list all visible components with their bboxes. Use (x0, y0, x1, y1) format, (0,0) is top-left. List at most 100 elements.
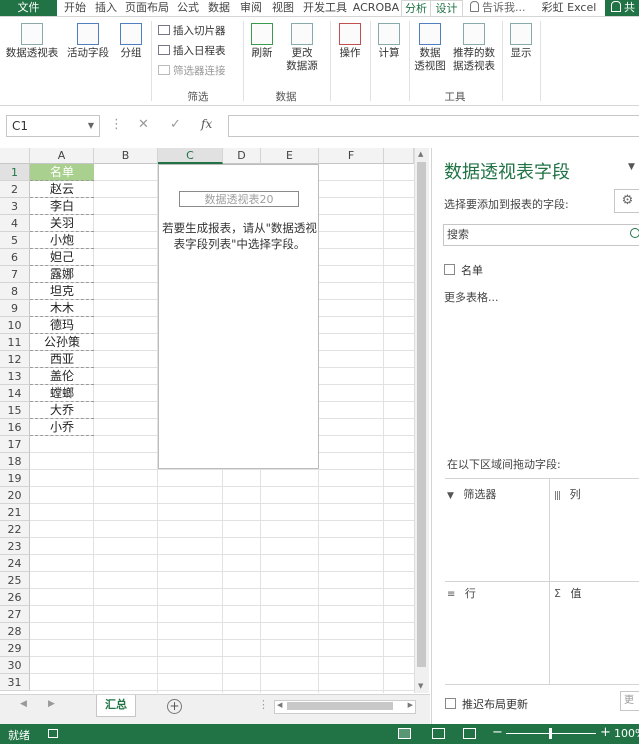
row-header[interactable]: 17 (0, 436, 30, 453)
name-cell[interactable]: 大乔 (30, 402, 94, 419)
rows-area[interactable]: ≡ 行 (447, 585, 547, 680)
tab-insert[interactable]: 插入 (92, 0, 120, 16)
zoom-out-icon[interactable]: − (492, 725, 503, 740)
insert-slicer-button[interactable]: 插入切片器 (158, 24, 226, 38)
row-header[interactable]: 7 (0, 266, 30, 283)
columns-area[interactable]: ||| 列 (554, 486, 638, 576)
row-header[interactable]: 29 (0, 640, 30, 657)
worksheet-grid[interactable]: A B C D E F 1 2 3 4 5 6 7 8 9 10 11 12 13 14 15 16 17 18 1… (0, 148, 430, 693)
row-header[interactable]: 4 (0, 215, 30, 232)
refresh-button[interactable]: 刷新 (248, 23, 276, 60)
name-cell[interactable]: 德玛 (30, 317, 94, 334)
tell-me-box[interactable]: 告诉我... (470, 0, 534, 16)
scroll-right-icon[interactable]: ▶ (408, 701, 413, 709)
column-a-header-cell[interactable]: 名单 (30, 164, 94, 181)
row-header[interactable]: 18 (0, 453, 30, 470)
active-field-button[interactable]: 活动字段 (64, 23, 112, 60)
row-header[interactable]: 24 (0, 555, 30, 572)
prev-sheet-icon[interactable]: ◀ (20, 699, 27, 709)
zoom-in-icon[interactable]: + (600, 725, 611, 740)
name-cell[interactable]: 小乔 (30, 419, 94, 436)
row-header[interactable]: 31 (0, 674, 30, 691)
name-cell[interactable]: 木木 (30, 300, 94, 317)
share-button[interactable]: 共 (605, 0, 639, 16)
scroll-down-icon[interactable]: ▼ (418, 682, 423, 690)
column-header-c[interactable]: C (158, 148, 223, 164)
name-cell[interactable]: 关羽 (30, 215, 94, 232)
name-cell[interactable]: 小炮 (30, 232, 94, 249)
name-cell[interactable]: 妲己 (30, 249, 94, 266)
name-box[interactable]: C1 ▼ (6, 115, 100, 137)
row-header[interactable]: 23 (0, 538, 30, 555)
add-sheet-icon[interactable]: + (167, 699, 182, 714)
row-header[interactable]: 30 (0, 657, 30, 674)
column-header-f[interactable]: F (319, 148, 384, 164)
row-header[interactable]: 25 (0, 572, 30, 589)
scroll-thumb[interactable] (287, 702, 393, 710)
row-header[interactable]: 5 (0, 232, 30, 249)
scroll-thumb[interactable] (417, 162, 426, 667)
name-cell[interactable]: 露娜 (30, 266, 94, 283)
zoom-slider[interactable] (506, 728, 596, 739)
calculations-button[interactable]: 计算 (373, 23, 405, 60)
row-header[interactable]: 13 (0, 368, 30, 385)
macro-record-icon[interactable] (48, 729, 58, 738)
group-button[interactable]: 分组 (116, 23, 146, 60)
normal-view-icon[interactable] (398, 728, 411, 739)
filters-area[interactable]: ▼ 筛选器 (447, 486, 547, 576)
page-layout-view-icon[interactable] (432, 728, 445, 739)
pane-options-chevron-icon[interactable]: ▼ (628, 162, 635, 172)
pivot-chart-button[interactable]: 数据 透视图 (412, 23, 448, 73)
pivot-table-button[interactable]: 数据透视表 (4, 23, 60, 60)
row-header[interactable]: 8 (0, 283, 30, 300)
row-header[interactable]: 28 (0, 623, 30, 640)
name-cell[interactable]: 公孙策 (30, 334, 94, 351)
formula-input[interactable] (228, 115, 639, 137)
tab-home[interactable]: 开始 (60, 0, 90, 16)
change-source-button[interactable]: 更改 数据源 (280, 23, 324, 73)
row-header[interactable]: 11 (0, 334, 30, 351)
name-cell[interactable]: 西亚 (30, 351, 94, 368)
tab-developer[interactable]: 开发工具 (300, 0, 350, 16)
insert-timeline-button[interactable]: 插入日程表 (158, 44, 226, 58)
scroll-left-icon[interactable]: ◀ (277, 701, 282, 709)
column-header-g[interactable] (384, 148, 414, 164)
values-area[interactable]: Σ 值 (554, 585, 638, 680)
defer-update-checkbox[interactable] (445, 698, 456, 709)
vertical-scrollbar[interactable]: ▲ ▼ (414, 148, 429, 693)
name-cell[interactable]: 盖伦 (30, 368, 94, 385)
zoom-slider-thumb[interactable] (549, 728, 552, 739)
name-cell[interactable]: 坦克 (30, 283, 94, 300)
zoom-level[interactable]: 100% (614, 727, 639, 740)
tab-acrobat[interactable]: ACROBA (352, 0, 400, 16)
row-header[interactable]: 22 (0, 521, 30, 538)
tab-analyze[interactable]: 分析 (401, 0, 431, 16)
select-all-corner[interactable] (0, 148, 30, 164)
row-header[interactable]: 14 (0, 385, 30, 402)
actions-button[interactable]: 操作 (334, 23, 366, 60)
cancel-icon[interactable]: ✕ (138, 117, 149, 132)
column-header-d[interactable]: D (223, 148, 261, 164)
row-header[interactable]: 26 (0, 589, 30, 606)
tab-data[interactable]: 数据 (204, 0, 234, 16)
row-header[interactable]: 16 (0, 419, 30, 436)
tab-file[interactable]: 文件 (0, 0, 57, 16)
field-search-input[interactable]: 搜索 (443, 224, 639, 246)
update-button[interactable]: 更 (620, 691, 639, 711)
row-header[interactable]: 21 (0, 504, 30, 521)
sheet-tab-summary[interactable]: 汇总 (96, 695, 136, 717)
function-icon[interactable]: fx (201, 117, 212, 131)
tab-design[interactable]: 设计 (431, 0, 463, 16)
name-cell[interactable]: 李白 (30, 198, 94, 215)
row-header[interactable]: 3 (0, 198, 30, 215)
check-icon[interactable]: ✓ (170, 117, 181, 132)
next-sheet-icon[interactable]: ▶ (48, 699, 55, 709)
tab-page-layout[interactable]: 页面布局 (122, 0, 172, 16)
row-header[interactable]: 15 (0, 402, 30, 419)
horizontal-scrollbar[interactable]: ◀ ▶ (274, 700, 416, 714)
row-header[interactable]: 1 (0, 164, 30, 181)
recommended-pivot-button[interactable]: 推荐的数 据透视表 (450, 23, 498, 73)
row-header[interactable]: 19 (0, 470, 30, 487)
row-header[interactable]: 6 (0, 249, 30, 266)
column-header-b[interactable]: B (94, 148, 158, 164)
